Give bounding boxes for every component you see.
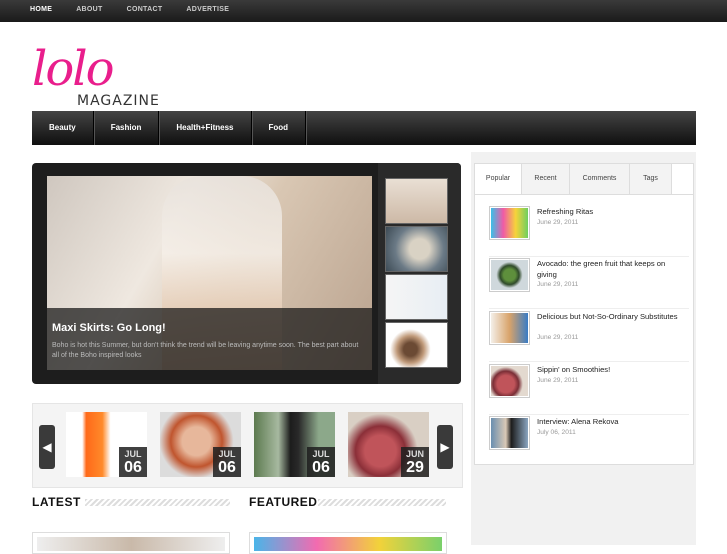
date-badge: JUL 06 [119, 447, 147, 477]
widget-tabs: Popular Recent Comments Tags [475, 164, 693, 195]
latest-post-card[interactable] [32, 532, 230, 554]
carousel-item[interactable]: JUL 06 [66, 412, 147, 477]
date-month: JUN [405, 449, 424, 459]
date-month: JUL [124, 449, 142, 459]
post-thumbnail[interactable] [489, 364, 530, 398]
carousel-item[interactable]: JUL 06 [254, 412, 335, 477]
featured-divider [318, 499, 446, 506]
logo-subtitle: MAGAZINE [77, 93, 160, 109]
popular-post-item[interactable]: Refreshing Ritas June 29, 2011 [489, 206, 689, 257]
date-badge: JUL 06 [213, 447, 241, 477]
post-title[interactable]: Sippin' on Smoothies! [537, 364, 687, 375]
latest-divider [85, 499, 230, 506]
nav-about-link[interactable]: ABOUT [64, 0, 114, 22]
category-beauty[interactable]: Beauty [32, 111, 94, 145]
nav-advertise-link[interactable]: ADVERTISE [174, 0, 241, 22]
popular-post-item[interactable]: Sippin' on Smoothies! June 29, 2011 [489, 364, 689, 415]
post-date: June 29, 2011 [537, 377, 579, 384]
category-health-fitness[interactable]: Health+Fitness [159, 111, 252, 145]
featured-post-card[interactable] [249, 532, 447, 554]
post-title[interactable]: Interview: Alena Rekova [537, 416, 687, 427]
nav-contact-link[interactable]: CONTACT [115, 0, 175, 22]
carousel-prev-button[interactable]: ◀ [39, 425, 55, 469]
category-nav: Beauty Fashion Health+Fitness Food [32, 111, 696, 145]
category-food[interactable]: Food [252, 111, 307, 145]
slider-thumbnails [378, 163, 461, 384]
slider-thumb[interactable] [385, 226, 448, 272]
featured-slider: Maxi Skirts: Go Long! Boho is hot this S… [32, 163, 461, 384]
tab-tags[interactable]: Tags [630, 164, 672, 194]
popular-post-item[interactable]: Avocado: the green fruit that keeps on g… [489, 258, 689, 309]
top-nav: HOME ABOUT CONTACT ADVERTISE [18, 0, 241, 22]
date-day: 06 [124, 459, 142, 476]
post-thumbnail[interactable] [489, 206, 530, 240]
latest-heading: LATEST [32, 495, 81, 509]
top-bar: HOME ABOUT CONTACT ADVERTISE [0, 0, 727, 22]
date-day: 06 [218, 459, 236, 476]
site-logo[interactable]: lolo MAGAZINE [32, 44, 177, 110]
date-badge: JUN 29 [401, 447, 429, 477]
carousel-item[interactable]: JUL 06 [160, 412, 241, 477]
post-title[interactable]: Avocado: the green fruit that keeps on g… [537, 258, 687, 280]
featured-heading: FEATURED [249, 495, 318, 509]
featured-post-image [254, 537, 442, 551]
carousel-item[interactable]: JUN 29 [348, 412, 429, 477]
slide-title[interactable]: Maxi Skirts: Go Long! [52, 322, 166, 334]
post-thumbnail[interactable] [489, 258, 530, 292]
date-month: JUL [312, 449, 330, 459]
nav-home-link[interactable]: HOME [18, 0, 64, 22]
post-title[interactable]: Refreshing Ritas [537, 206, 687, 217]
slider-thumb[interactable] [385, 178, 448, 224]
date-day: 06 [312, 459, 330, 476]
popular-post-item[interactable]: Delicious but Not-So-Ordinary Substitute… [489, 311, 689, 362]
slide-excerpt: Boho is hot this Summer, but don't think… [52, 342, 359, 359]
carousel-next-button[interactable]: ▶ [437, 425, 453, 469]
date-badge: JUL 06 [307, 447, 335, 477]
tab-recent[interactable]: Recent [522, 164, 570, 194]
post-date: June 29, 2011 [537, 334, 579, 341]
slider-thumb[interactable] [385, 322, 448, 368]
date-month: JUL [218, 449, 236, 459]
slider-thumb[interactable] [385, 274, 448, 320]
post-date: June 29, 2011 [537, 281, 579, 288]
tabbed-posts-widget: Popular Recent Comments Tags Refreshing … [474, 163, 694, 465]
recent-carousel: ◀ JUL 06 JUL 06 JUL 06 JUN 29 ▶ [32, 403, 463, 488]
post-thumbnail[interactable] [489, 311, 530, 345]
latest-post-image [37, 537, 225, 551]
slide-caption: Maxi Skirts: Go Long! Boho is hot this S… [47, 308, 372, 370]
popular-post-item[interactable]: Interview: Alena Rekova July 06, 2011 [489, 416, 689, 466]
logo-script: lolo [32, 41, 114, 97]
post-date: June 29, 2011 [537, 219, 579, 226]
post-thumbnail[interactable] [489, 416, 530, 450]
category-fashion[interactable]: Fashion [94, 111, 160, 145]
tab-comments[interactable]: Comments [570, 164, 630, 194]
date-day: 29 [406, 459, 424, 476]
tab-popular[interactable]: Popular [475, 164, 522, 194]
post-date: July 06, 2011 [537, 429, 576, 436]
post-title[interactable]: Delicious but Not-So-Ordinary Substitute… [537, 311, 687, 322]
